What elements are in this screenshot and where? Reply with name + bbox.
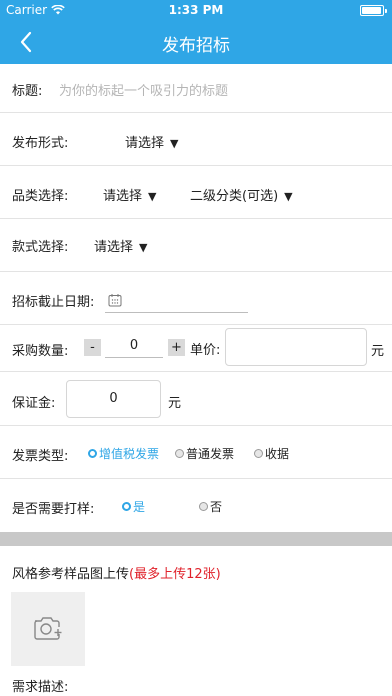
publish-form-value: 请选择 xyxy=(125,136,165,151)
invoice-option-receipt-label: 收据 xyxy=(265,447,290,461)
upload-title-text: 风格参考样品图上传 xyxy=(12,567,130,582)
caret-down-icon: ▼ xyxy=(148,190,157,203)
subcategory-value: 二级分类(可选) xyxy=(190,189,279,204)
invoice-option-normal[interactable]: 普通发票 xyxy=(175,445,234,462)
sample-option-yes[interactable]: 是 xyxy=(122,498,145,515)
calendar-icon[interactable] xyxy=(108,292,122,311)
invoice-row: 发票类型: 增值税发票 普通发票 收据 xyxy=(0,426,392,479)
sample-option-no[interactable]: 否 xyxy=(199,498,222,515)
sample-row: 是否需要打样: 是 否 xyxy=(0,479,392,532)
quantity-underline xyxy=(105,357,163,358)
title-input[interactable]: 为你的标起一个吸引力的标题 xyxy=(59,80,228,99)
style-row: 款式选择: 请选择 ▼ xyxy=(0,219,392,272)
deadline-input[interactable] xyxy=(105,312,248,313)
page-title: 发布招标 xyxy=(162,36,230,56)
add-photo-icon xyxy=(34,617,62,640)
upload-title: 风格参考样品图上传(最多上传12张) xyxy=(12,563,221,582)
nav-bar: 发布招标 xyxy=(0,20,392,64)
invoice-option-vat-label: 增值税发票 xyxy=(99,447,160,461)
publish-form-select[interactable]: 请选择 ▼ xyxy=(125,132,178,151)
sample-label: 是否需要打样: xyxy=(12,502,95,517)
status-bar: Carrier 1:33 PM xyxy=(0,0,392,20)
category-label: 品类选择: xyxy=(12,189,69,204)
deposit-label: 保证金: xyxy=(12,396,56,411)
quantity-increment-button[interactable]: + xyxy=(168,339,185,356)
section-divider xyxy=(0,532,392,546)
category-row: 品类选择: 请选择 ▼ 二级分类(可选) ▼ xyxy=(0,166,392,219)
sample-option-yes-label: 是 xyxy=(133,500,146,514)
description-label: 需求描述: xyxy=(12,680,69,695)
unit-price-currency: 元 xyxy=(371,344,385,359)
publish-form-label: 发布形式: xyxy=(12,136,69,151)
unit-price-label: 单价: xyxy=(190,343,221,358)
sample-option-no-label: 否 xyxy=(210,500,223,514)
caret-down-icon: ▼ xyxy=(170,137,179,150)
radio-selected-icon xyxy=(88,449,97,458)
caret-down-icon: ▼ xyxy=(139,241,148,254)
style-select[interactable]: 请选择 ▼ xyxy=(94,236,147,255)
publish-form-row: 发布形式: 请选择 ▼ xyxy=(0,113,392,166)
radio-icon xyxy=(175,449,184,458)
deadline-label: 招标截止日期: xyxy=(12,295,95,310)
category-select[interactable]: 请选择 ▼ xyxy=(103,185,156,204)
deposit-currency: 元 xyxy=(168,396,182,411)
subcategory-select[interactable]: 二级分类(可选) ▼ xyxy=(190,185,293,204)
battery-icon xyxy=(360,5,387,16)
radio-icon xyxy=(254,449,263,458)
deposit-row: 保证金: 0 元 xyxy=(0,372,392,426)
category-value: 请选择 xyxy=(103,189,143,204)
quantity-decrement-button[interactable]: - xyxy=(84,339,101,356)
quantity-label: 采购数量: xyxy=(12,344,69,359)
status-time: 1:33 PM xyxy=(168,3,224,17)
style-value: 请选择 xyxy=(94,240,134,255)
invoice-label: 发票类型: xyxy=(12,449,69,464)
radio-selected-icon xyxy=(122,502,131,511)
deadline-row: 招标截止日期: xyxy=(0,272,392,325)
caret-down-icon: ▼ xyxy=(284,190,293,203)
invoice-option-vat[interactable]: 增值税发票 xyxy=(88,445,159,462)
invoice-option-normal-label: 普通发票 xyxy=(186,447,235,461)
title-row: 标题: 为你的标起一个吸引力的标题 xyxy=(0,64,392,113)
invoice-option-receipt[interactable]: 收据 xyxy=(254,445,289,462)
quantity-input[interactable]: 0 xyxy=(105,338,163,353)
upload-limit-note: (最多上传12张) xyxy=(129,567,221,582)
quantity-row: 采购数量: - 0 + 单价: 元 xyxy=(0,325,392,372)
unit-price-input[interactable] xyxy=(225,328,367,366)
upload-image-button[interactable] xyxy=(11,592,85,666)
style-label: 款式选择: xyxy=(12,240,69,255)
title-label: 标题: xyxy=(12,84,43,99)
deposit-input[interactable]: 0 xyxy=(66,380,161,418)
radio-icon xyxy=(199,502,208,511)
